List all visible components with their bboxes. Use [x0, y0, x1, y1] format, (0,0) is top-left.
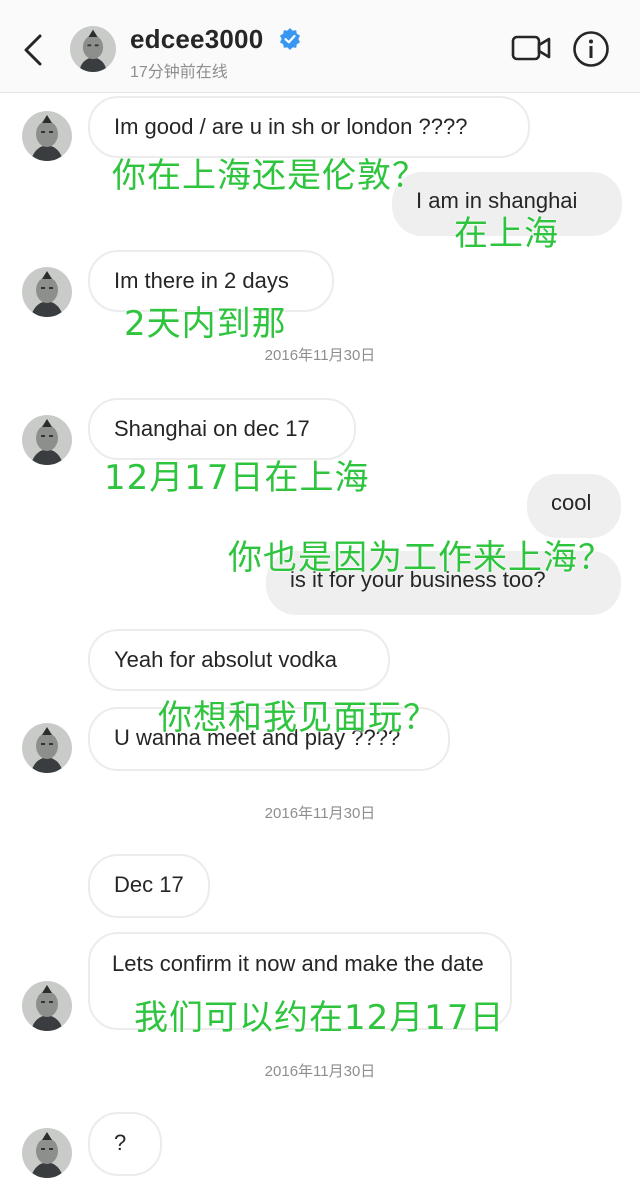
- message-text: Dec 17: [114, 872, 184, 897]
- avatar[interactable]: [22, 723, 72, 773]
- online-status: 17分钟前在线: [130, 64, 228, 81]
- translation-annotation: 你也是因为工作来上海？: [228, 538, 613, 578]
- message-text: Im good / are u in sh or london ????: [114, 114, 468, 139]
- message-bubble[interactable]: ?: [88, 1112, 162, 1176]
- message-text: Im there in 2 days: [114, 268, 289, 293]
- message-text: Shanghai on dec 17: [114, 416, 310, 441]
- avatar[interactable]: [22, 111, 72, 161]
- verified-badge-icon: [280, 28, 300, 50]
- translation-annotation: 你在上海还是伦敦？: [112, 156, 427, 196]
- message-bubble[interactable]: Dec 17: [88, 854, 210, 918]
- username[interactable]: edcee3000: [130, 24, 263, 55]
- translation-annotation: 在上海: [454, 214, 559, 254]
- translation-annotation: 你想和我见面玩？: [158, 698, 438, 738]
- translation-annotation: 2天内到那: [124, 304, 287, 344]
- timestamp: 2016年11月30日: [264, 805, 376, 822]
- message-bubble[interactable]: Yeah for absolut vodka: [88, 629, 390, 691]
- message-text: Lets confirm it now and make the date: [112, 951, 484, 976]
- timestamp: 2016年11月30日: [264, 347, 376, 364]
- avatar[interactable]: [22, 415, 72, 465]
- chat-header: edcee3000 17分钟前在线: [0, 0, 640, 93]
- chevron-left-icon[interactable]: [18, 30, 48, 70]
- message-bubble[interactable]: cool: [527, 474, 621, 538]
- video-call-icon[interactable]: [510, 32, 552, 64]
- translation-annotation: 12月17日在上海: [104, 458, 370, 498]
- timestamp: 2016年11月30日: [264, 1063, 376, 1080]
- avatar[interactable]: [70, 26, 116, 72]
- info-icon[interactable]: [572, 30, 610, 68]
- avatar[interactable]: [22, 981, 72, 1031]
- translation-annotation: 我们可以约在12月17日: [134, 998, 505, 1038]
- avatar[interactable]: [22, 1128, 72, 1178]
- avatar[interactable]: [22, 267, 72, 317]
- message-text: ?: [114, 1130, 127, 1155]
- message-text: Yeah for absolut vodka: [114, 647, 338, 672]
- message-text: cool: [551, 490, 592, 515]
